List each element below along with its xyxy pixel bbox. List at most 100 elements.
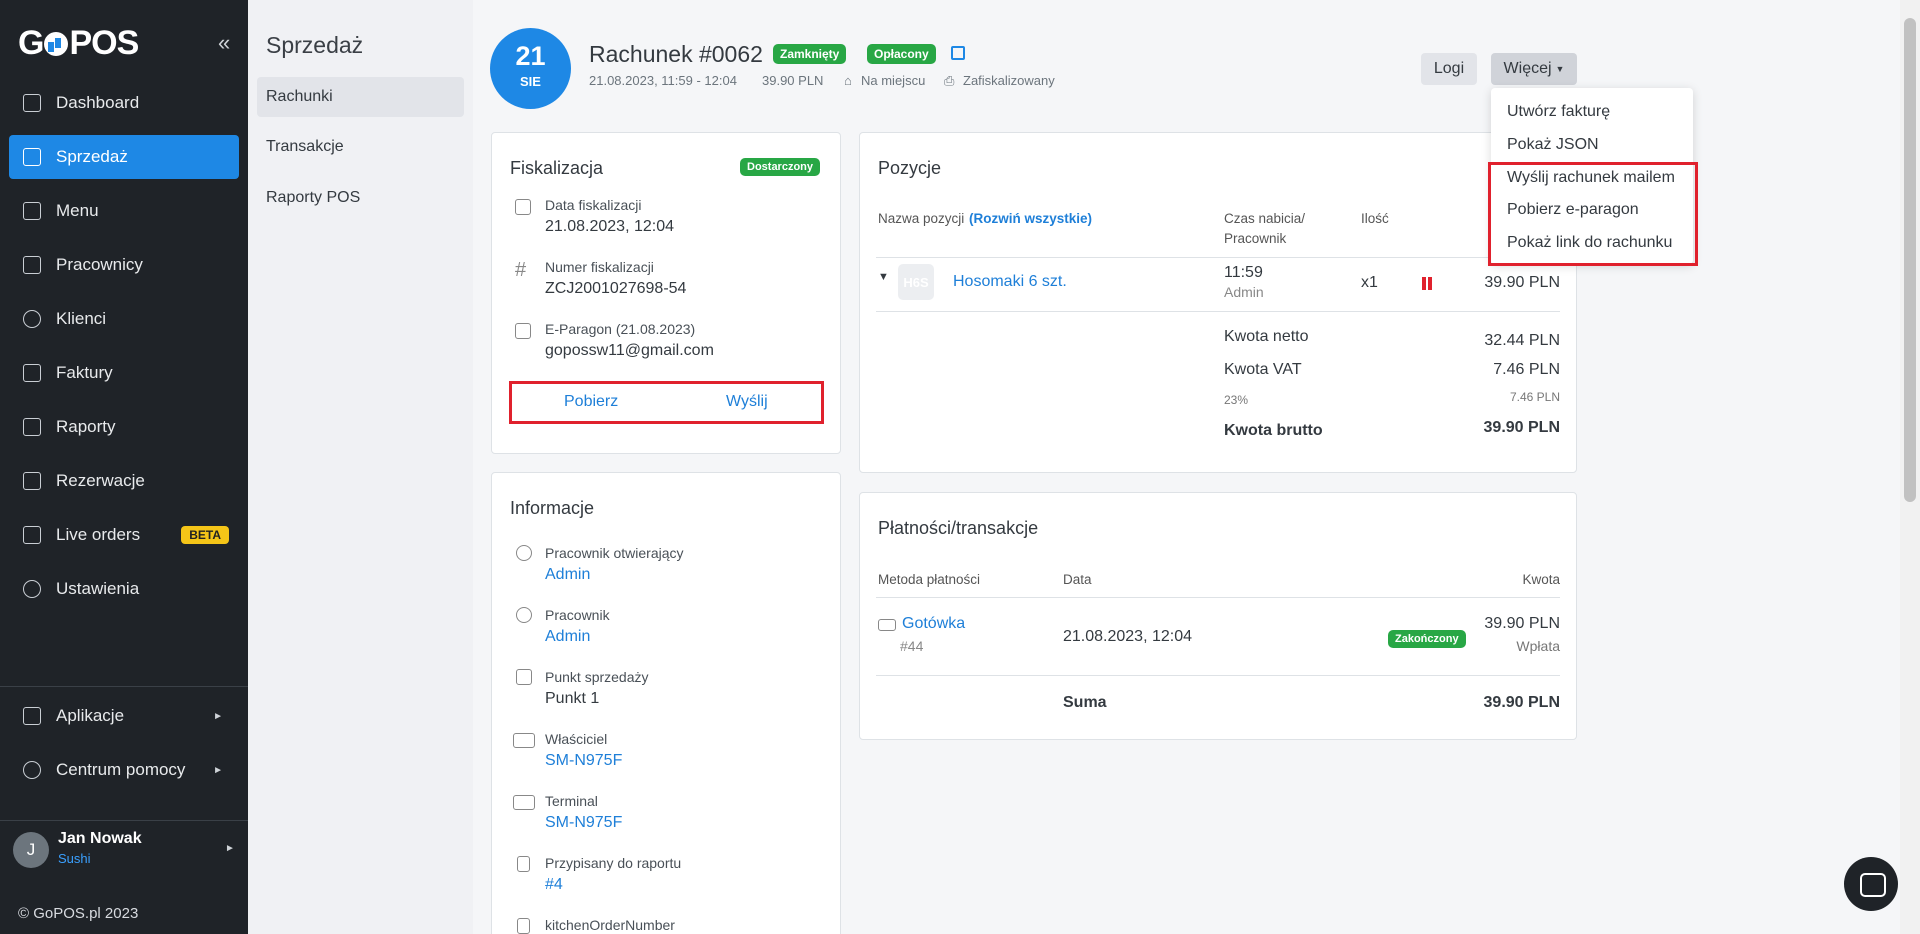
fiscal-status-badge: Dostarczony [740, 158, 821, 176]
fiscal-card-title: Fiskalizacja [510, 158, 604, 178]
home-icon: ⌂ [844, 73, 852, 88]
sidebar-item-dashboard[interactable]: Dashboard [9, 81, 239, 125]
vat-rate-value: 7.46 PLN [1509, 390, 1560, 404]
chevron-right-icon: ► [213, 710, 223, 722]
scrollbar-thumb[interactable] [1904, 18, 1916, 502]
col-time-line1: Czas nabicia/ [1224, 211, 1306, 226]
owner-device-link[interactable]: SM-N975F [545, 752, 622, 770]
sidebar-item-menu[interactable]: Menu [9, 189, 239, 233]
fiscal-date-label: Data fiskalizacji [545, 197, 642, 213]
payment-date: 21.08.2023, 12:04 [1063, 628, 1193, 645]
apps-grid-icon [23, 707, 41, 725]
employee-link[interactable]: Admin [545, 628, 590, 646]
date-month: SIE [520, 74, 541, 89]
send-eparagon-button[interactable]: Wyślij [726, 393, 768, 411]
vat-value: 7.46 PLN [1493, 361, 1560, 378]
col-time-line2: Pracownik [1224, 231, 1287, 246]
chart-icon [23, 148, 41, 166]
terminal-link[interactable]: SM-N975F [545, 814, 622, 832]
download-eparagon-button[interactable]: Pobierz [564, 393, 618, 411]
fiscal-number-value: ZCJ2001027698-54 [545, 280, 687, 297]
external-link-icon[interactable] [951, 46, 965, 60]
help-icon [23, 761, 41, 779]
col-payment-amount: Kwota [1522, 572, 1560, 587]
highlight-box [1488, 162, 1698, 266]
info-card: Informacje Pracownik otwierający Admin P… [491, 472, 841, 934]
divider [876, 257, 1560, 258]
status-badge-closed: Zamknięty [773, 44, 847, 64]
cash-icon [878, 619, 896, 631]
bag-clock-icon [23, 526, 41, 544]
sidebar-item-live-orders[interactable]: Live orders BETA [9, 513, 239, 557]
net-label: Kwota netto [1224, 328, 1309, 345]
hash-icon: # [515, 259, 527, 281]
opening-employee-link[interactable]: Admin [545, 566, 590, 584]
chevron-right-icon[interactable]: ► [225, 843, 235, 854]
receipt-icon [515, 323, 531, 339]
col-item-name: Nazwa pozycji [878, 211, 965, 226]
invoice-icon [23, 364, 41, 382]
subnav-item-transactions[interactable]: Transakcje [257, 127, 464, 167]
sidebar-item-clients[interactable]: Klienci [9, 297, 239, 341]
sidebar-item-reservations[interactable]: Rezerwacje [9, 459, 239, 503]
info-label: kitchenOrderNumber [545, 917, 675, 933]
date-circle: 21 SIE [490, 28, 571, 109]
net-value: 32.44 PLN [1484, 332, 1560, 349]
item-price: 39.90 PLN [1484, 274, 1560, 291]
gopos-logo[interactable]: G POS [18, 24, 139, 63]
sidebar-item-settings[interactable]: Ustawienia [9, 567, 239, 611]
gear-icon [23, 580, 41, 598]
logs-button[interactable]: Logi [1421, 53, 1477, 85]
subnav-item-bills[interactable]: Rachunki [257, 77, 464, 117]
more-dropdown-button[interactable]: Więcej ▼ [1491, 53, 1577, 85]
item-name-link[interactable]: Hosomaki 6 szt. [953, 273, 1067, 291]
bill-datetime: 21.08.2023, 11:59 - 12:04 [589, 73, 737, 88]
expand-all-link[interactable]: (Rozwiń wszystkie) [969, 211, 1092, 226]
payment-method-link[interactable]: Gotówka [902, 615, 965, 633]
gross-value: 39.90 PLN [1483, 419, 1560, 436]
collapse-sidebar-icon[interactable]: « [218, 30, 230, 56]
sidebar: G POS « Dashboard Sprzedaż Menu Pracownic… [0, 0, 248, 934]
bill-amount: 39.90 PLN [762, 73, 824, 88]
sidebar-item-reports[interactable]: Raporty [9, 405, 239, 449]
page-title: Rachunek #0062 [589, 41, 763, 67]
sidebar-item-sales[interactable]: Sprzedaż [9, 135, 239, 179]
status-badge-paid: Opłacony [867, 44, 936, 64]
vat-rate-label: 23% [1224, 393, 1249, 407]
user-name[interactable]: Jan Nowak [58, 830, 142, 848]
avatar[interactable]: J [13, 832, 49, 868]
caret-down-icon: ▼ [1555, 64, 1565, 74]
sidebar-item-invoices[interactable]: Faktury [9, 351, 239, 395]
scrollbar[interactable] [1900, 0, 1920, 934]
item-time: 11:59 [1224, 264, 1263, 281]
report-link[interactable]: #4 [545, 876, 563, 894]
info-label: Przypisany do raportu [545, 855, 682, 871]
caret-down-icon[interactable]: ▼ [878, 271, 889, 283]
payments-card-title: Płatności/transakcje [878, 518, 1039, 538]
info-label: Właściciel [545, 731, 608, 747]
sidebar-item-apps[interactable]: Aplikacje ► [9, 694, 239, 738]
menu-item-create-invoice[interactable]: Utwórz fakturę [1507, 103, 1610, 121]
payment-amount: 39.90 PLN [1484, 615, 1560, 632]
info-label: Terminal [545, 793, 598, 809]
divider [876, 311, 1560, 312]
item-employee: Admin [1224, 284, 1264, 300]
eparagon-email: gopossw11@gmail.com [545, 342, 714, 359]
eparagon-label: E-Paragon (21.08.2023) [545, 321, 696, 337]
menu-item-show-json[interactable]: Pokaż JSON [1507, 136, 1599, 154]
sidebar-item-help-center[interactable]: Centrum pomocy ► [9, 748, 239, 792]
chat-icon[interactable] [1844, 857, 1898, 911]
document-icon [517, 856, 530, 872]
fiscal-number-label: Numer fiskalizacji [545, 259, 654, 275]
report-chart-icon [23, 418, 41, 436]
col-quantity: Ilość [1361, 211, 1389, 226]
sidebar-item-employees[interactable]: Pracownicy [9, 243, 239, 287]
subnav-item-pos-reports[interactable]: Raporty POS [257, 178, 464, 218]
calendar-icon [23, 472, 41, 490]
order-type: Na miejscu [861, 73, 926, 88]
cash-register-icon [516, 669, 532, 685]
item-quantity: x1 [1361, 274, 1378, 291]
menu-book-icon [23, 202, 41, 220]
fiscal-card: Fiskalizacja Dostarczony Data fiskalizac… [491, 132, 841, 454]
payment-id: #44 [900, 638, 924, 654]
